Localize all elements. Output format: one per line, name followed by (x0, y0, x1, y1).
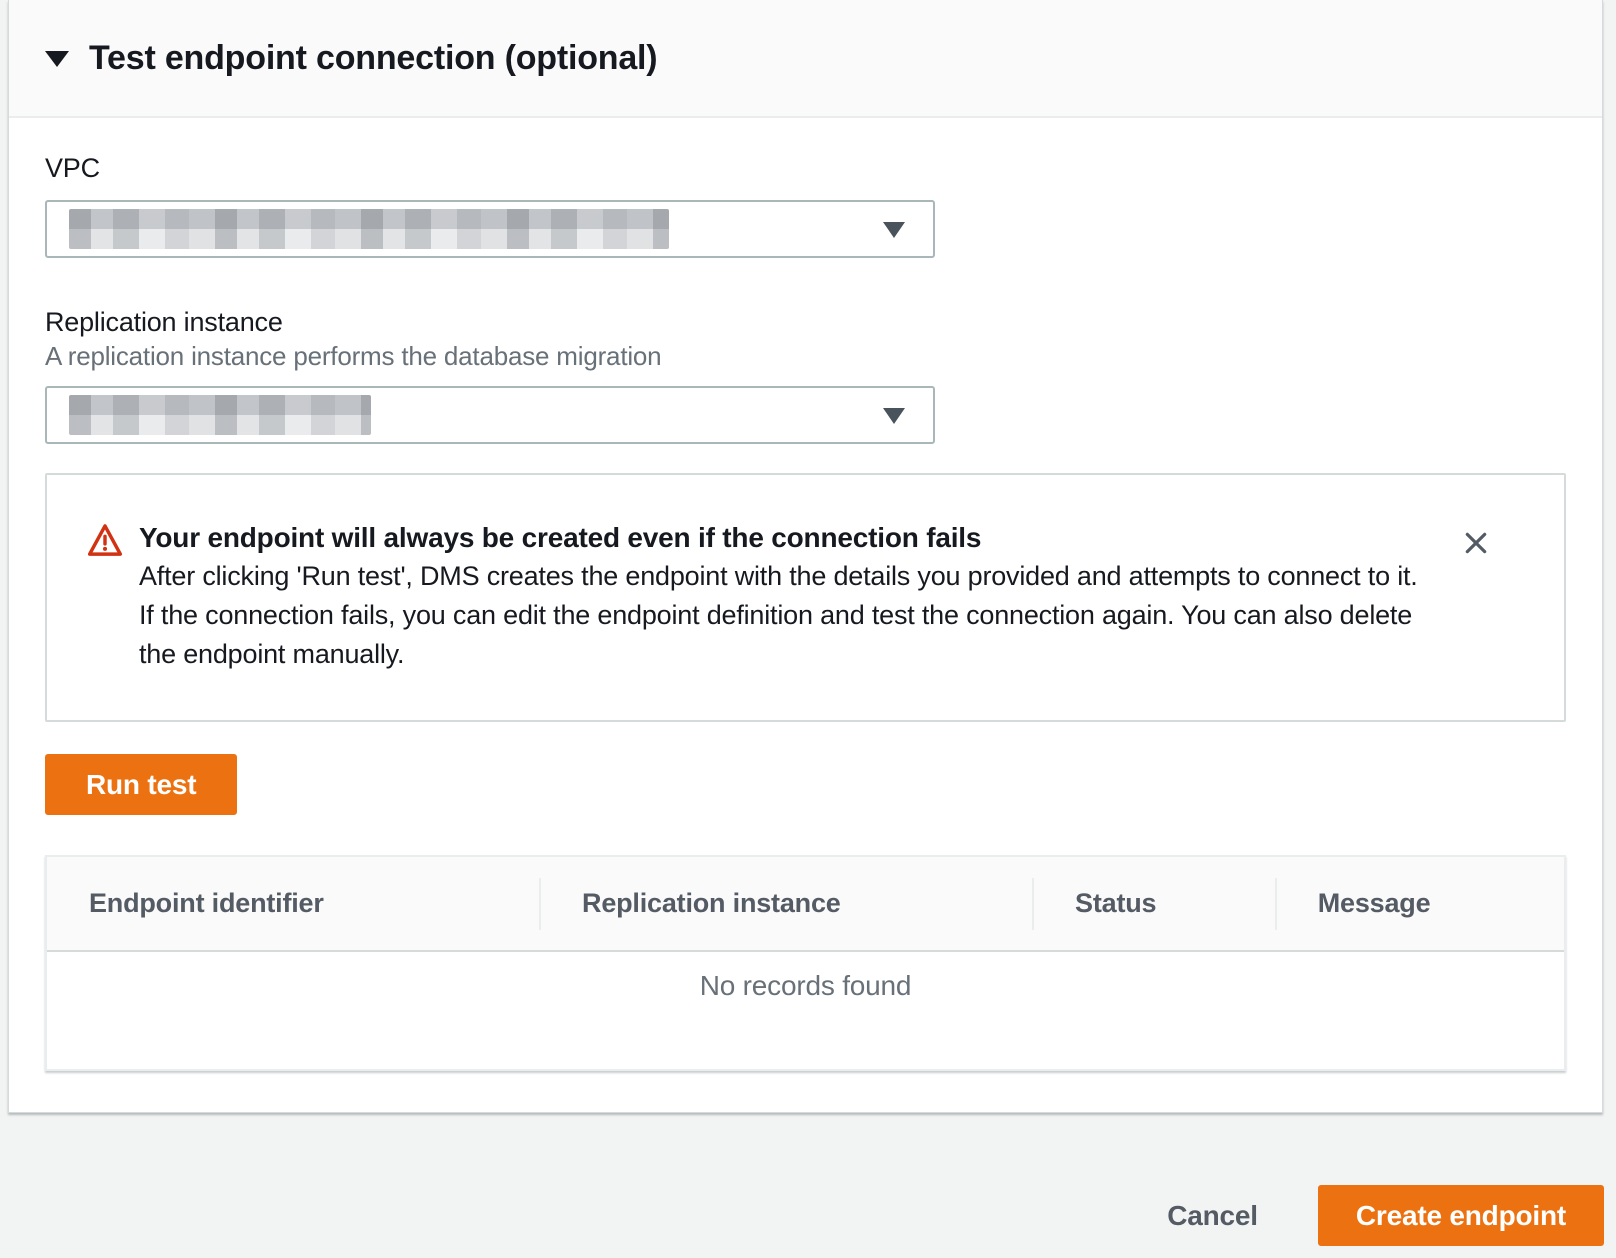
replication-instance-field: Replication instance A replication insta… (45, 306, 1566, 444)
section-title: Test endpoint connection (optional) (89, 39, 657, 78)
warning-title: Your endpoint will always be created eve… (139, 519, 1436, 557)
section-header[interactable]: Test endpoint connection (optional) (9, 0, 1602, 118)
caret-down-icon (883, 222, 905, 238)
replication-instance-label: Replication instance (45, 306, 1566, 338)
vpc-select[interactable] (45, 200, 935, 258)
warning-content: Your endpoint will always be created eve… (139, 519, 1456, 674)
collapse-triangle-icon (45, 51, 69, 67)
close-icon[interactable] (1456, 523, 1496, 563)
create-endpoint-button[interactable]: Create endpoint (1318, 1185, 1604, 1246)
column-header-endpoint-identifier: Endpoint identifier (47, 857, 540, 950)
replication-instance-select[interactable] (45, 386, 935, 444)
cancel-button[interactable]: Cancel (1153, 1190, 1272, 1242)
test-endpoint-panel: Test endpoint connection (optional) VPC … (8, 0, 1603, 1113)
column-header-replication-instance: Replication instance (540, 857, 1033, 950)
vpc-select-value-redacted (69, 209, 669, 249)
table-header-row: Endpoint identifier Replication instance… (47, 857, 1564, 952)
caret-down-icon (883, 408, 905, 424)
replication-instance-value-redacted (69, 395, 371, 435)
replication-instance-description: A replication instance performs the data… (45, 340, 1566, 372)
section-body: VPC Replication instance A replication i… (9, 118, 1602, 1112)
vpc-field: VPC (45, 152, 1566, 258)
column-header-message: Message (1276, 857, 1564, 950)
run-test-button[interactable]: Run test (45, 754, 237, 815)
warning-triangle-icon (87, 522, 123, 558)
vpc-label: VPC (45, 152, 1566, 184)
column-header-status: Status (1033, 857, 1276, 950)
table-empty-message: No records found (47, 952, 1564, 1069)
footer-actions: Cancel Create endpoint (0, 1185, 1604, 1246)
test-results-table: Endpoint identifier Replication instance… (45, 855, 1566, 1071)
warning-body: After clicking 'Run test', DMS creates t… (139, 557, 1434, 674)
warning-banner: Your endpoint will always be created eve… (45, 473, 1566, 722)
